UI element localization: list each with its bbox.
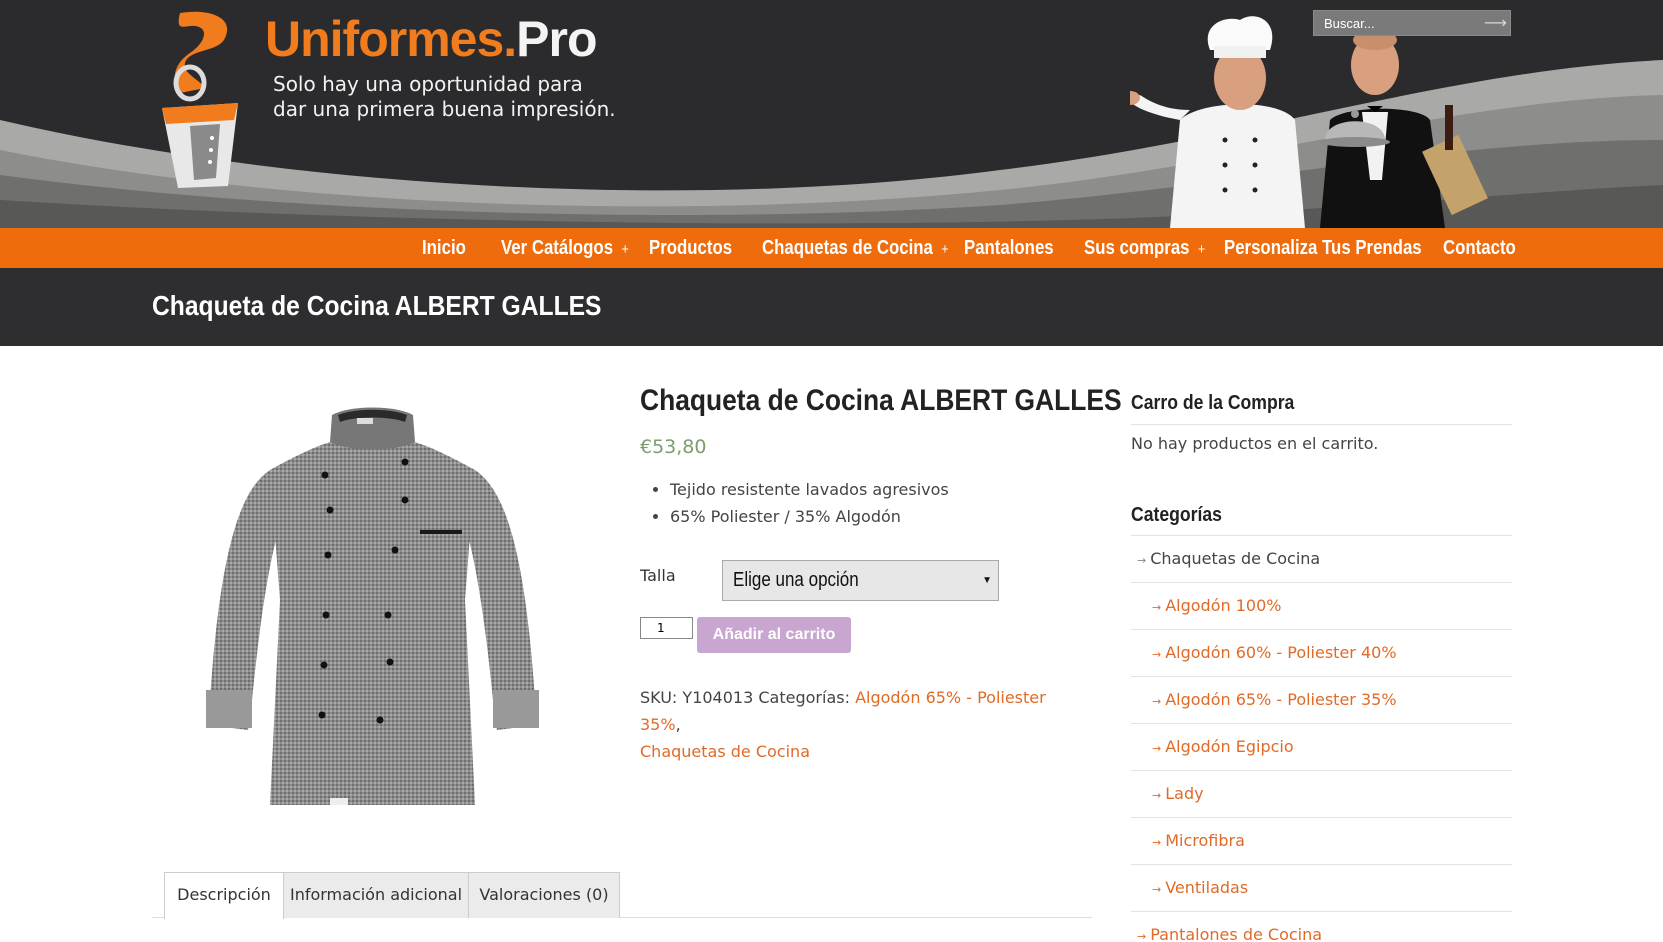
product-features: Tejido resistente lavados agresivos 65% … xyxy=(670,476,949,530)
category-item-algodon-60[interactable]: → Algodón 60% - Poliester 40% xyxy=(1131,629,1512,676)
category-label: Algodón Egipcio xyxy=(1165,737,1294,756)
brand-part1: Uniformes xyxy=(265,11,504,67)
nav-label: Sus compras xyxy=(1084,237,1190,259)
nav-item-pantalones[interactable]: Pantalones xyxy=(964,228,1054,268)
category-label: Lady xyxy=(1165,784,1204,803)
category-item-chaquetas[interactable]: → Chaquetas de Cocina xyxy=(1131,535,1512,582)
category-label: Algodón 60% - Poliester 40% xyxy=(1165,643,1397,662)
arrow-right-icon: → xyxy=(1152,789,1162,802)
nav-item-productos[interactable]: Productos xyxy=(649,228,732,268)
category-item-microfibra[interactable]: → Microfibra xyxy=(1131,817,1512,864)
nav-item-ver-catalogos[interactable]: Ver Catálogos + xyxy=(501,228,629,268)
search-box[interactable]: ⟶ xyxy=(1313,10,1511,36)
arrow-right-icon: → xyxy=(1152,648,1162,661)
categories-label: Categorías: xyxy=(758,688,850,707)
main-navigation: Inicio Ver Catálogos + Productos Chaqueta… xyxy=(0,228,1663,268)
product-summary: Chaqueta de Cocina ALBERT GALLES xyxy=(640,384,1122,418)
product-image[interactable] xyxy=(200,400,545,824)
category-label: Chaquetas de Cocina xyxy=(1150,549,1321,568)
chef-logo-icon[interactable] xyxy=(150,8,250,192)
product-title: Chaqueta de Cocina ALBERT GALLES xyxy=(640,384,1122,417)
category-item-lady[interactable]: → Lady xyxy=(1131,770,1512,817)
nav-item-inicio[interactable]: Inicio xyxy=(422,228,466,268)
arrow-right-icon: → xyxy=(1152,883,1162,896)
category-link[interactable]: Chaquetas de Cocina xyxy=(640,742,810,761)
page-title-bar: Chaqueta de Cocina ALBERT GALLES xyxy=(0,268,1663,346)
category-item-algodon-65[interactable]: → Algodón 65% - Poliester 35% xyxy=(1131,676,1512,723)
categories-widget-title: Categorías xyxy=(1131,504,1222,526)
site-tagline: Solo hay una oportunidad para dar una pr… xyxy=(273,72,616,122)
tab-descripcion[interactable]: Descripción xyxy=(164,872,284,919)
brand-dot: . xyxy=(503,11,517,67)
nav-label: Personaliza Tus Prendas xyxy=(1224,237,1422,259)
nav-item-chaquetas-de-cocina[interactable]: Chaquetas de Cocina + xyxy=(762,228,949,268)
cart-empty-message: No hay productos en el carrito. xyxy=(1131,434,1379,453)
nav-label: Contacto xyxy=(1443,237,1516,259)
category-item-ventiladas[interactable]: → Ventiladas xyxy=(1131,864,1512,911)
arrow-right-icon: → xyxy=(1152,742,1162,755)
nav-label: Productos xyxy=(649,237,733,259)
triangle-down-icon: ▼ xyxy=(982,575,992,586)
arrow-right-icon: → xyxy=(1137,554,1147,567)
site-header: Uniformes.Pro Solo hay una oportunidad p… xyxy=(0,0,1663,228)
tab-informacion-adicional[interactable]: Información adicional xyxy=(283,872,469,918)
product-price: €53,80 xyxy=(640,436,707,458)
category-label: Ventiladas xyxy=(1165,878,1249,897)
product-tabs: Descripción Información adicional Valora… xyxy=(152,872,1092,919)
tab-valoraciones[interactable]: Valoraciones (0) xyxy=(468,872,620,918)
quantity-input[interactable] xyxy=(640,617,693,639)
cart-widget-title: Carro de la Compra xyxy=(1131,392,1295,414)
search-input[interactable] xyxy=(1314,11,1484,35)
brand-part2: Pro xyxy=(516,11,597,67)
sku-label: SKU: xyxy=(640,688,678,707)
divider xyxy=(1131,424,1512,425)
nav-label: Pantalones xyxy=(964,237,1054,259)
talla-select[interactable]: Elige una opción ▼ xyxy=(722,560,999,601)
submenu-plus-icon[interactable]: + xyxy=(621,241,628,258)
add-to-cart-button[interactable]: Añadir al carrito xyxy=(697,617,851,653)
category-label: Microfibra xyxy=(1165,831,1245,850)
arrow-right-icon: → xyxy=(1152,601,1162,614)
category-label: Algodón 65% - Poliester 35% xyxy=(1165,690,1397,709)
category-label: Pantalones de Cocina xyxy=(1150,925,1323,942)
arrow-right-icon[interactable]: ⟶ xyxy=(1484,13,1507,33)
arrow-right-icon: → xyxy=(1137,930,1147,942)
nav-label: Ver Catálogos xyxy=(501,237,614,259)
nav-item-personaliza[interactable]: Personaliza Tus Prendas xyxy=(1224,228,1422,268)
arrow-right-icon: → xyxy=(1152,695,1162,708)
talla-select-value: Elige una opción xyxy=(733,569,859,591)
feature-item: 65% Poliester / 35% Algodón xyxy=(670,503,949,530)
submenu-plus-icon[interactable]: + xyxy=(1198,241,1205,258)
category-separator: , xyxy=(675,715,681,734)
submenu-plus-icon[interactable]: + xyxy=(941,241,948,258)
product-meta: SKU: Y104013 Categorías: Algodón 65% - P… xyxy=(640,684,1080,765)
nav-label: Chaquetas de Cocina xyxy=(762,237,933,259)
category-item-algodon-100[interactable]: → Algodón 100% xyxy=(1131,582,1512,629)
page-title: Chaqueta de Cocina ALBERT GALLES xyxy=(152,290,602,321)
category-item-pantalones[interactable]: → Pantalones de Cocina xyxy=(1131,911,1512,942)
category-item-algodon-egipcio[interactable]: → Algodón Egipcio xyxy=(1131,723,1512,770)
tagline-line1: Solo hay una oportunidad para xyxy=(273,72,583,96)
site-brand-logo[interactable]: Uniformes.Pro xyxy=(265,10,598,68)
chef-and-waiter-image xyxy=(1120,10,1510,228)
category-label: Algodón 100% xyxy=(1165,596,1282,615)
talla-label: Talla xyxy=(640,566,676,585)
feature-item: Tejido resistente lavados agresivos xyxy=(670,476,949,503)
nav-item-contacto[interactable]: Contacto xyxy=(1443,228,1516,268)
nav-item-sus-compras[interactable]: Sus compras + xyxy=(1084,228,1205,268)
sku-value: Y104013 xyxy=(682,688,754,707)
arrow-right-icon: → xyxy=(1152,836,1162,849)
tagline-line2: dar una primera buena impresión. xyxy=(273,97,616,121)
nav-label: Inicio xyxy=(422,237,466,259)
